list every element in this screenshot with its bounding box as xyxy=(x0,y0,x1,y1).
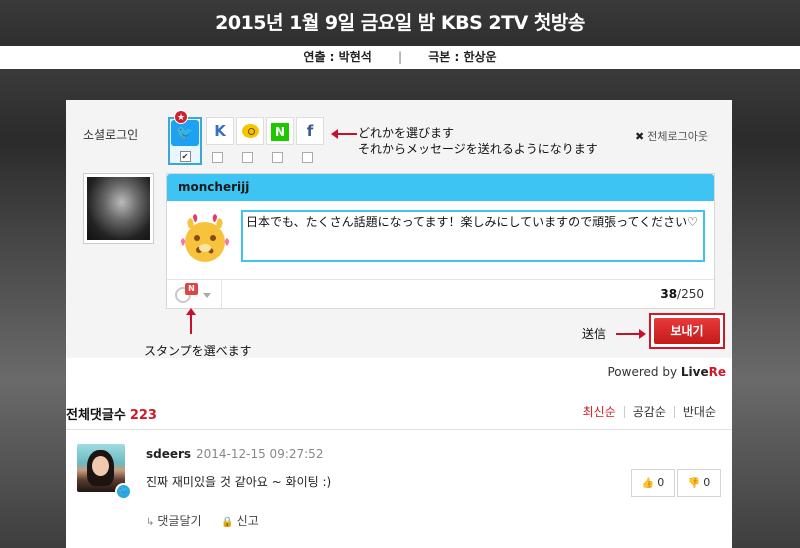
comment-date: 2014-12-15 09:27:52 xyxy=(196,447,324,461)
like-button[interactable]: 👍 0 xyxy=(631,469,675,497)
kakaostory-checkbox[interactable] xyxy=(242,152,253,163)
reply-link[interactable]: ↳ 댓글달기 xyxy=(146,514,202,528)
naver-checkbox[interactable] xyxy=(272,152,283,163)
sort-options: 최신순 공감순 반대순 xyxy=(575,405,724,419)
comment-count-number: 223 xyxy=(129,408,157,423)
thumbs-down-icon: 👎 xyxy=(687,478,701,489)
page-banner-title: 2015년 1월 9일 금요일 밤 KBS 2TV 첫방송 xyxy=(0,0,800,46)
dislike-count: 0 xyxy=(703,476,711,489)
naver-icon: N xyxy=(271,123,289,141)
powered-live: Live xyxy=(680,365,709,379)
annotation-sns: どれかを選びます それからメッセージを送れるようになります xyxy=(358,126,598,156)
comment-widget: 소셜로그인 🐦 ✔ ★ K N f どれかを選びます それからメッセージを送れる… xyxy=(66,100,732,548)
facebook-login-button[interactable]: f xyxy=(296,117,324,145)
avatar-image xyxy=(87,177,150,240)
comment-text: 진짜 재미있을 것 같아요 ~ 화이팅 :) xyxy=(146,475,332,489)
twitter-checkbox[interactable]: ✔ xyxy=(179,151,191,162)
logout-all-link[interactable]: ✖ 전체로그아웃 xyxy=(635,128,708,144)
powered-prefix: Powered by xyxy=(607,365,681,379)
editor-footer: N 38/250 xyxy=(167,279,714,308)
close-icon: ✖ xyxy=(635,130,645,143)
report-label: 신고 xyxy=(236,514,259,528)
selected-star-badge: ★ xyxy=(174,110,188,124)
lock-icon: 🔒 xyxy=(221,517,234,528)
comment-editor: moncherijj 日本でも、たくさん話題になってます！楽しみにしていますので… xyxy=(166,173,715,309)
comment-input[interactable]: 日本でも、たくさん話題になってます！楽しみにしていますので頑張ってください♡ xyxy=(241,210,705,262)
sort-dislikes[interactable]: 반대순 xyxy=(673,406,724,418)
sort-likes[interactable]: 공감순 xyxy=(623,406,674,418)
facebook-icon: f xyxy=(306,122,314,140)
reply-label: 댓글달기 xyxy=(157,514,202,528)
powered-by-livere[interactable]: Powered by LiveRe xyxy=(608,365,727,379)
char-count-current: 38 xyxy=(660,287,678,301)
report-link[interactable]: 🔒 신고 xyxy=(221,514,259,528)
sticker-giraffe-icon[interactable] xyxy=(175,208,235,268)
thumbs-up-icon: 👍 xyxy=(641,478,655,489)
annotation-arrow-stamp xyxy=(186,308,196,334)
annotation-arrow-send xyxy=(616,329,646,339)
logout-all-label: 전체로그아웃 xyxy=(647,130,708,143)
sort-latest[interactable]: 최신순 xyxy=(575,406,624,418)
dislike-button[interactable]: 👎 0 xyxy=(677,469,721,497)
comment-count-label: 전체댓글수 xyxy=(66,408,126,423)
kakao-checkbox[interactable] xyxy=(212,152,223,163)
credits-separator: | xyxy=(397,50,403,64)
char-counter: 38/250 xyxy=(660,287,704,301)
credits-bar: 연출 : 박현석 | 극본 : 한상운 xyxy=(0,46,800,69)
writer-credit: 극본 : 한상운 xyxy=(428,50,497,64)
annotation-send: 送信 xyxy=(582,327,607,341)
like-count: 0 xyxy=(657,476,665,489)
social-login-label: 소셜로그인 xyxy=(83,128,139,142)
facebook-checkbox[interactable] xyxy=(302,152,313,163)
naver-login-button[interactable]: N xyxy=(266,117,294,145)
send-button[interactable]: 보내기 xyxy=(654,318,720,344)
reply-arrow-icon: ↳ xyxy=(146,517,155,528)
kakao-login-button[interactable]: K xyxy=(206,117,234,145)
divider xyxy=(66,429,732,430)
chevron-down-icon xyxy=(203,293,211,298)
new-badge: N xyxy=(185,283,198,295)
my-avatar xyxy=(83,173,154,244)
current-username: moncherijj xyxy=(167,174,714,201)
twitter-badge-icon: 🐦 xyxy=(115,483,132,500)
powered-re: Re xyxy=(708,365,726,379)
char-count-max: /250 xyxy=(677,287,704,301)
kakao-icon: K xyxy=(214,122,226,140)
stamp-picker-button[interactable]: N xyxy=(167,280,222,308)
compose-area: 소셜로그인 🐦 ✔ ★ K N f どれかを選びます それからメッセージを送れる… xyxy=(66,100,732,358)
comment-username[interactable]: sdeers xyxy=(146,447,191,461)
annotation-arrow-sns xyxy=(331,129,357,139)
director-credit: 연출 : 박현석 xyxy=(303,50,372,64)
annotation-stamp: スタンプを選べます xyxy=(144,344,252,358)
twitter-icon: 🐦 xyxy=(171,120,199,146)
kakaostory-login-button[interactable] xyxy=(236,117,264,145)
comment-actions: ↳ 댓글달기 🔒 신고 xyxy=(146,512,259,529)
send-highlight-box: 보내기 xyxy=(649,313,725,349)
avatar-face xyxy=(92,456,109,476)
twitter-login-button[interactable]: 🐦 ✔ xyxy=(168,117,202,165)
kakaostory-icon xyxy=(241,124,259,138)
